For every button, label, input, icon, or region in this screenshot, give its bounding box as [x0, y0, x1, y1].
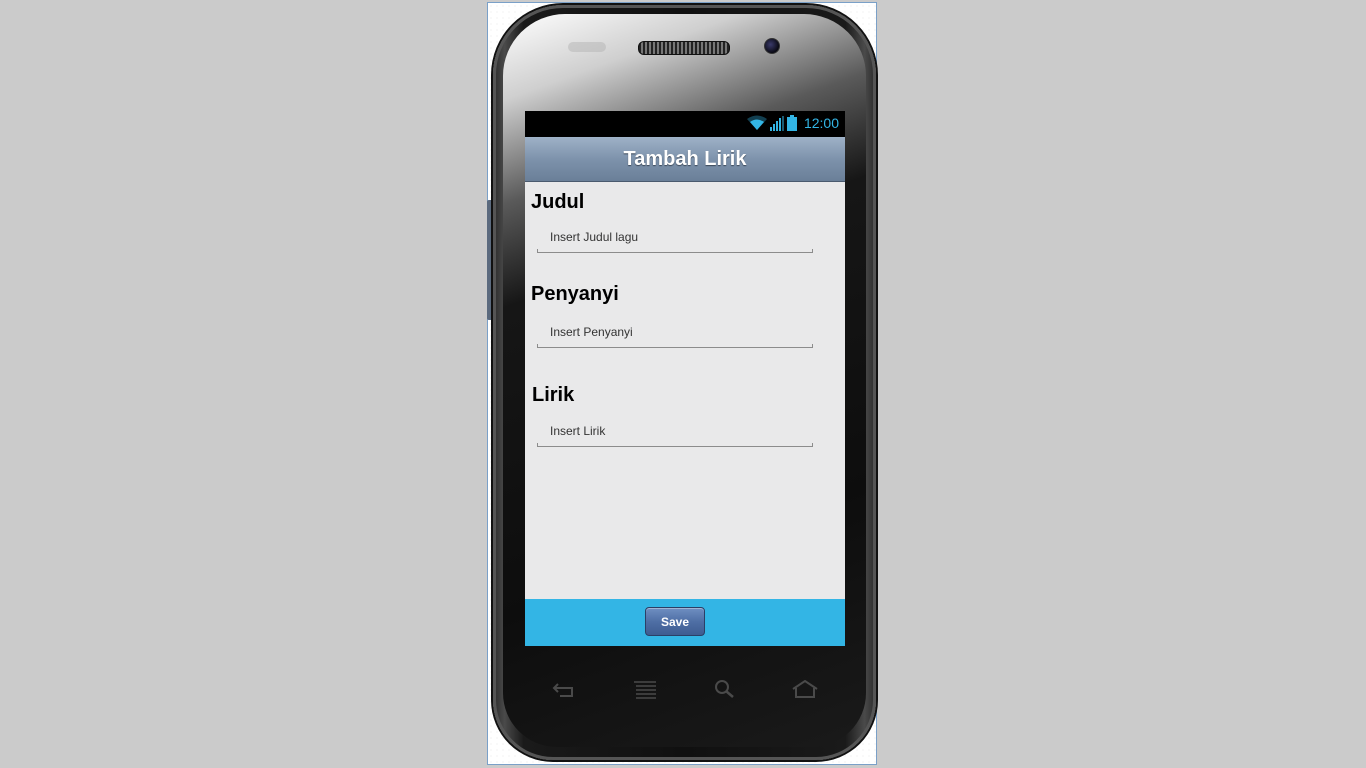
form-content: Judul Penyanyi Lirik: [525, 182, 845, 600]
lirik-field[interactable]: [537, 421, 813, 447]
wifi-icon: [746, 115, 767, 130]
lirik-label: Lirik: [532, 384, 575, 406]
judul-field[interactable]: [537, 227, 813, 253]
penyanyi-label: Penyanyi: [531, 283, 619, 305]
app-header: Tambah Lirik: [525, 137, 845, 182]
save-button[interactable]: Save: [645, 607, 705, 636]
penyanyi-input[interactable]: [537, 322, 813, 348]
status-time: 12:00: [803, 115, 839, 131]
phone-screen: 12:00 Tambah Lirik Judul Penyanyi Lirik …: [525, 111, 845, 646]
menu-icon[interactable]: [630, 677, 660, 701]
hardware-nav-keys: [525, 676, 845, 702]
home-icon[interactable]: [790, 677, 820, 701]
back-icon[interactable]: [550, 677, 580, 701]
penyanyi-field[interactable]: [537, 322, 813, 348]
judul-input[interactable]: [537, 227, 813, 253]
signal-icon: [769, 115, 784, 131]
status-bar: 12:00: [525, 111, 845, 137]
proximity-sensor: [568, 42, 606, 52]
battery-icon: [786, 115, 797, 131]
judul-label: Judul: [531, 191, 585, 213]
page-title: Tambah Lirik: [623, 148, 747, 170]
status-icons: 12:00: [746, 115, 839, 131]
lirik-input[interactable]: [537, 421, 813, 447]
search-icon[interactable]: [710, 677, 740, 701]
front-camera: [764, 38, 780, 54]
earpiece-speaker: [638, 41, 730, 55]
footer-bar: Save: [525, 599, 845, 646]
